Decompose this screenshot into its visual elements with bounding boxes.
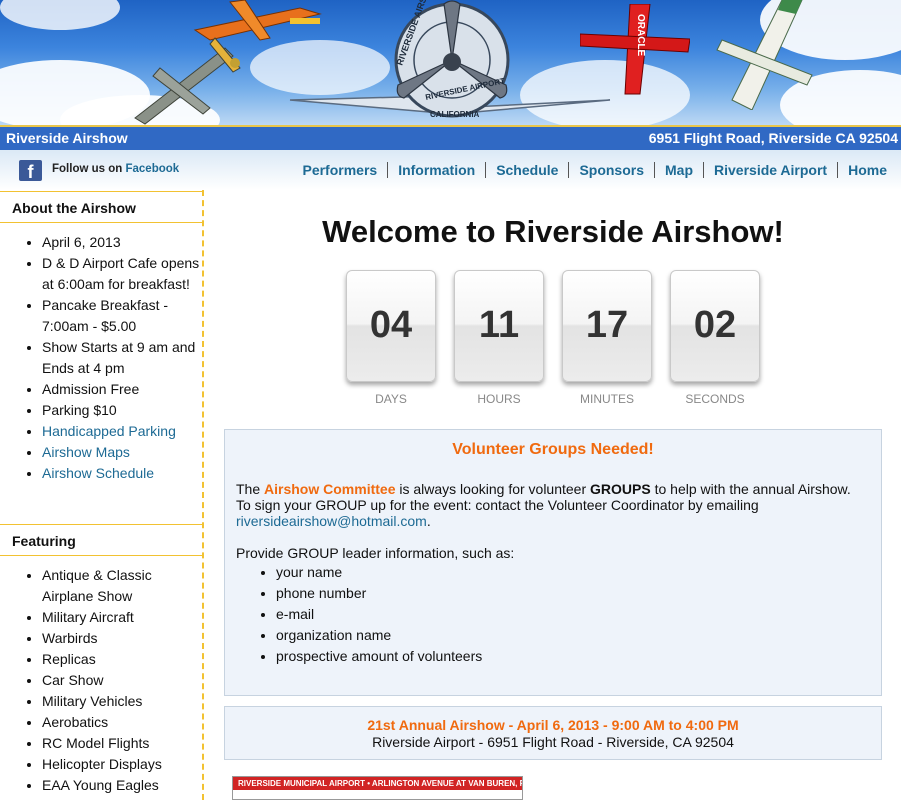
event-info-box: 21st Annual Airshow - April 6, 2013 - 9:… [224,706,882,760]
follow-prefix: Follow us on [52,163,123,175]
about-heading: About the Airshow [0,191,202,223]
airshow-schedule-link[interactable]: Airshow Schedule [42,465,154,481]
volunteer-info-item: e-mail [276,604,482,625]
trainer-plane-image [716,0,813,110]
about-item: April 6, 2013 [42,232,200,253]
nav-performers[interactable]: Performers [292,162,389,178]
email-period: . [426,513,431,529]
event-location-line: Riverside Airport - 6951 Flight Road - R… [372,734,734,750]
countdown-hours-label: HOURS [477,392,521,406]
countdown-minutes: 17 [562,270,652,382]
about-item: Show Starts at 9 am and Ends at 4 pm [42,337,200,379]
volunteer-info-list: your name phone number e-mail organizati… [236,562,482,667]
volunteer-box: Volunteer Groups Needed! The Airshow Com… [224,429,882,696]
volunteer-info-item: organization name [276,625,482,646]
countdown-minutes-label: MINUTES [580,392,634,406]
about-link-item: Airshow Schedule [42,463,200,484]
nav-sponsors[interactable]: Sponsors [569,162,656,178]
nav-schedule[interactable]: Schedule [486,162,570,178]
about-item: Parking $10 [42,400,200,421]
groups-text: GROUPS [590,481,651,497]
volunteer-intro-middle: is always looking for volunteer [399,481,587,497]
oracle-plane-image: ORACLE [580,4,690,95]
volunteer-info-item: your name [276,562,482,583]
about-list: April 6, 2013 D & D Airport Cafe opens a… [0,232,200,484]
countdown-days-label: DAYS [375,392,407,406]
featuring-list: Antique & Classic Airplane Show Military… [0,565,200,796]
featuring-item: Antique & Classic Airplane Show [42,565,200,607]
countdown-seconds: 02 [670,270,760,382]
sidebar: About the Airshow April 6, 2013 D & D Ai… [0,190,204,800]
nav-map[interactable]: Map [655,162,705,178]
featuring-item: Military Vehicles [42,691,200,712]
volunteer-info-item: phone number [276,583,482,604]
countdown-seconds-label: SECONDS [685,392,745,406]
volunteer-signup-text: To sign your GROUP up for the event: con… [236,497,759,513]
about-link-item: Handicapped Parking [42,421,200,442]
about-item: D & D Airport Cafe opens at 6:00am for b… [42,253,200,295]
volunteer-title: Volunteer Groups Needed! [452,441,654,458]
airshow-committee-text: Airshow Committee [264,481,396,497]
about-link-item: Airshow Maps [42,442,200,463]
oracle-text: ORACLE [635,14,646,57]
countdown-days: 04 [346,270,436,382]
about-item: Pancake Breakfast - 7:00am - $5.00 [42,295,200,337]
about-item: Admission Free [42,379,200,400]
facebook-link[interactable]: Facebook [125,163,179,175]
page-title: Welcome to Riverside Airshow! [322,214,784,249]
featuring-item: Car Show [42,670,200,691]
cloud-shape [0,0,120,30]
event-date-line: 21st Annual Airshow - April 6, 2013 - 9:… [367,717,739,733]
featuring-item: RC Model Flights [42,733,200,754]
warbird-plane-image [134,37,241,125]
site-name: Riverside Airshow [6,130,128,146]
logo-text-state: CALIFORNIA [430,110,480,119]
volunteer-provide-text: Provide GROUP leader information, such a… [236,545,515,561]
featuring-item: Replicas [42,649,200,670]
main-nav: Performers Information Schedule Sponsors… [292,162,887,178]
follow-us-text: Follow us on Facebook [52,163,179,175]
nav-information[interactable]: Information [388,162,487,178]
facebook-icon[interactable]: f [19,160,42,182]
volunteer-intro-the: The [236,481,261,497]
featuring-item: EAA Young Eagles [42,775,200,796]
map-strip-text: RIVERSIDE MUNICIPAL AIRPORT • ARLINGTON … [233,777,522,790]
featuring-item: Warbirds [42,628,200,649]
countdown-hours: 11 [454,270,544,382]
site-address: 6951 Flight Road, Riverside CA 92504 [648,130,898,146]
nav-home[interactable]: Home [838,162,887,178]
volunteer-info-item: prospective amount of volunteers [276,646,482,667]
featuring-heading: Featuring [0,524,202,556]
featuring-item: Aerobatics [42,712,200,733]
handicapped-parking-link[interactable]: Handicapped Parking [42,423,176,439]
volunteer-text: The Airshow Committee is always looking … [236,481,866,529]
nav-row: f Follow us on Facebook Performers Infor… [0,150,901,190]
airport-map-thumbnail[interactable]: RIVERSIDE MUNICIPAL AIRPORT • ARLINGTON … [232,776,523,800]
volunteer-email-link[interactable]: riversideairshow@hotmail.com [236,513,427,529]
airshow-maps-link[interactable]: Airshow Maps [42,444,130,460]
featuring-item: Military Aircraft [42,607,200,628]
site-title-bar: Riverside Airshow 6951 Flight Road, Rive… [0,125,901,150]
nav-riverside-airport[interactable]: Riverside Airport [704,162,839,178]
featuring-item: Helicopter Displays [42,754,200,775]
volunteer-intro-end: to help with the annual Airshow. [654,481,851,497]
header-banner: RIVERSIDE AIRSHOW RIVERSIDE AIRPORT CALI… [0,0,901,125]
